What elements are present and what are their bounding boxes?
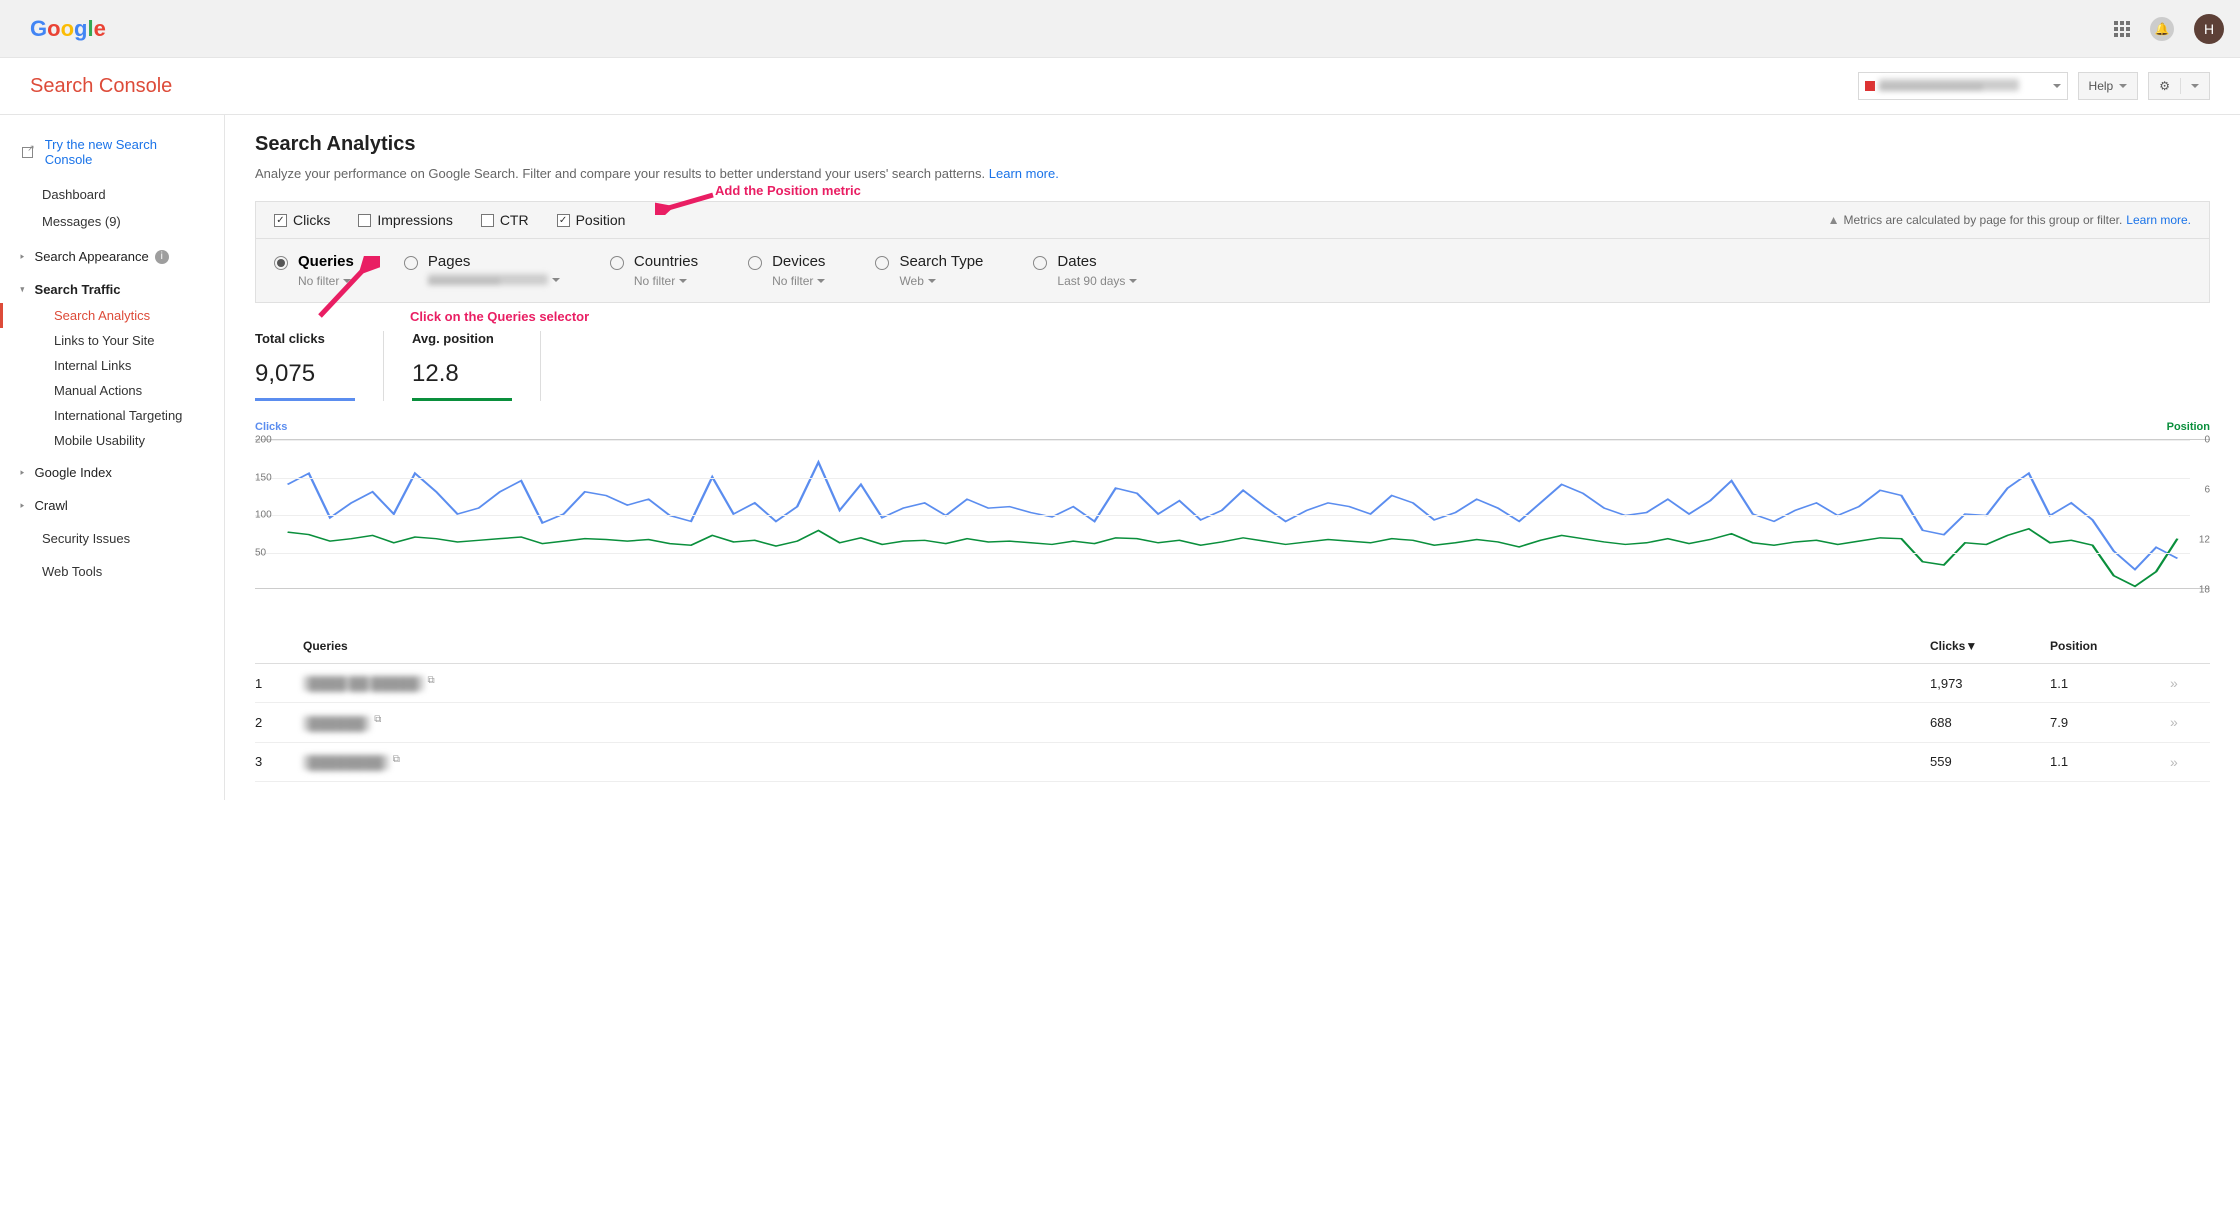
sidebar-item-google-index[interactable]: Google Index [0, 459, 224, 486]
metric-clicks[interactable]: Clicks [274, 212, 330, 228]
sidebar-item-search-appearance[interactable]: Search Appearance i [0, 243, 224, 270]
total-clicks-card: Total clicks 9,075 [255, 331, 384, 401]
caret-down-icon [928, 279, 936, 283]
col-queries[interactable]: Queries [295, 639, 1930, 653]
apps-icon[interactable] [2114, 21, 2130, 37]
checkbox-icon [274, 214, 287, 227]
learn-more-link[interactable]: Learn more. [2126, 213, 2191, 227]
page-subtitle: Analyze your performance on Google Searc… [255, 166, 2210, 181]
totals-row: Total clicks 9,075 Avg. position 12.8 [255, 331, 2210, 401]
external-link-icon[interactable]: ⧉ [393, 754, 400, 765]
metric-impressions[interactable]: Impressions [358, 212, 452, 228]
radio-icon [748, 256, 762, 270]
total-position-card: Avg. position 12.8 [412, 331, 541, 401]
sidebar-item-crawl[interactable]: Crawl [0, 492, 224, 519]
table-body: 1 ████ ██ █████⧉ 1,973 1.1 »2 ██████⧉ 68… [255, 664, 2210, 782]
sidebar-item-security[interactable]: Security Issues [0, 525, 224, 552]
sidebar-sub-links[interactable]: Links to Your Site [0, 328, 224, 353]
chevron-right-icon[interactable]: » [2170, 714, 2210, 730]
dimension-countries[interactable]: Countries No filter [610, 253, 698, 288]
top-bar: Google 🔔 H [0, 0, 2240, 58]
settings-button[interactable]: ⚙ [2148, 72, 2210, 100]
metric-ctr[interactable]: CTR [481, 212, 529, 228]
chart-right-axis-label: Position [2167, 421, 2210, 433]
caret-down-icon [552, 278, 560, 282]
notifications-icon[interactable]: 🔔 [2150, 17, 2174, 41]
annotation-position: Add the Position metric [715, 183, 861, 198]
radio-icon [610, 256, 624, 270]
chevron-right-icon[interactable]: » [2170, 675, 2210, 691]
caret-down-icon [1129, 279, 1137, 283]
gear-icon: ⚙ [2159, 79, 2170, 93]
sidebar: Try the new Search Console Dashboard Mes… [0, 115, 225, 800]
dimension-search-type[interactable]: Search Type Web [875, 253, 983, 288]
table-row[interactable]: 3 ████████⧉ 559 1.1 » [255, 743, 2210, 782]
sidebar-item-messages[interactable]: Messages (9) [0, 208, 224, 235]
try-new-link[interactable]: Try the new Search Console [0, 131, 224, 173]
sidebar-sub-manual-actions[interactable]: Manual Actions [0, 378, 224, 403]
radio-icon [1033, 256, 1047, 270]
avatar[interactable]: H [2194, 14, 2224, 44]
caret-down-icon [2053, 84, 2061, 88]
annotation-arrow-icon [310, 256, 380, 321]
checkbox-icon [358, 214, 371, 227]
property-selector[interactable]: xxxxxxxxxxxxxxxx [1858, 72, 2068, 100]
sidebar-sub-intl-targeting[interactable]: International Targeting [0, 403, 224, 428]
learn-more-link[interactable]: Learn more. [989, 166, 1059, 181]
col-position[interactable]: Position [2050, 639, 2170, 653]
metrics-warning: ▲Metrics are calculated by page for this… [1828, 213, 2191, 227]
sidebar-item-webtools[interactable]: Web Tools [0, 558, 224, 585]
checkbox-icon [481, 214, 494, 227]
table-row[interactable]: 2 ██████⧉ 688 7.9 » [255, 703, 2210, 742]
help-button[interactable]: Help [2078, 72, 2139, 100]
caret-down-icon [679, 279, 687, 283]
chart: ClicksPosition 20015010050061218 [255, 421, 2210, 589]
filter-panel: Clicks Impressions CTR Position ▲Metrics… [255, 201, 2210, 303]
caret-down-icon [817, 279, 825, 283]
external-link-icon[interactable]: ⧉ [428, 675, 435, 686]
metric-position[interactable]: Position [557, 212, 626, 228]
app-title: Search Console [30, 75, 172, 98]
caret-down-icon [2119, 84, 2127, 88]
dimension-dates[interactable]: Dates Last 90 days [1033, 253, 1137, 288]
external-link-icon [22, 147, 33, 158]
table-header: Queries Clicks▼ Position [255, 629, 2210, 664]
col-clicks[interactable]: Clicks▼ [1930, 639, 2050, 653]
sidebar-sub-search-analytics[interactable]: Search Analytics [0, 303, 224, 328]
radio-icon [404, 256, 418, 270]
checkbox-icon [557, 214, 570, 227]
sidebar-item-dashboard[interactable]: Dashboard [0, 181, 224, 208]
dimension-devices[interactable]: Devices No filter [748, 253, 825, 288]
dimension-pages[interactable]: Pages xxxxxxxxxxxx [404, 253, 560, 288]
radio-icon [274, 256, 288, 270]
info-icon[interactable]: i [155, 250, 169, 264]
table-row[interactable]: 1 ████ ██ █████⧉ 1,973 1.1 » [255, 664, 2210, 703]
radio-icon [875, 256, 889, 270]
sidebar-sub-internal-links[interactable]: Internal Links [0, 353, 224, 378]
warning-icon: ▲ [1828, 213, 1840, 227]
chevron-right-icon[interactable]: » [2170, 754, 2210, 770]
google-logo[interactable]: Google [30, 16, 106, 42]
chart-left-axis-label: Clicks [255, 421, 287, 433]
annotation-queries: Click on the Queries selector [410, 309, 589, 324]
app-header: Search Console xxxxxxxxxxxxxxxx Help ⚙ [0, 58, 2240, 114]
caret-down-icon [2191, 84, 2199, 88]
sidebar-sub-mobile-usability[interactable]: Mobile Usability [0, 428, 224, 453]
external-link-icon[interactable]: ⧉ [374, 714, 381, 725]
page-title: Search Analytics [255, 133, 2210, 156]
sidebar-item-search-traffic[interactable]: Search Traffic [0, 276, 224, 303]
main-content: Search Analytics Analyze your performanc… [225, 115, 2240, 800]
